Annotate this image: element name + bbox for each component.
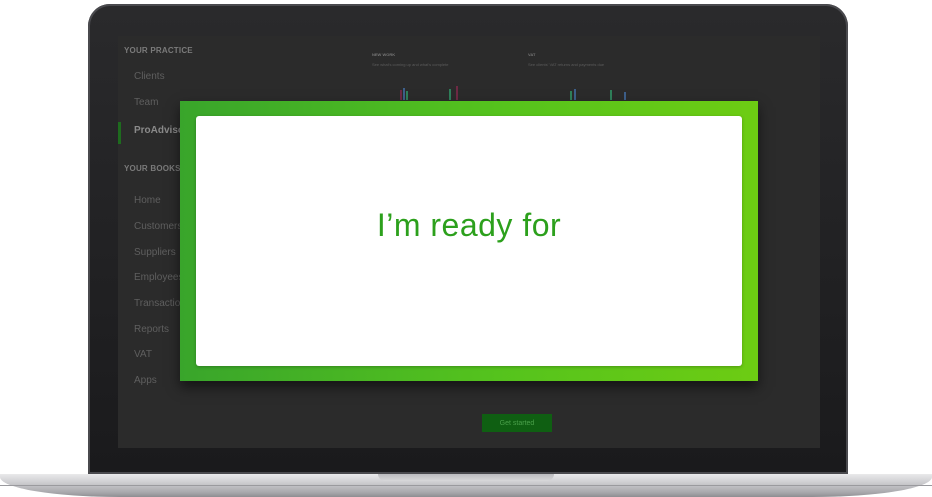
chart-bar (403, 88, 405, 100)
panel-title-vat: VAT (528, 52, 536, 57)
chart-bar (449, 89, 451, 100)
sidebar-item-apps[interactable]: Apps (134, 375, 157, 386)
promo-overlay: I’m ready for (180, 101, 758, 381)
sidebar-item-customers[interactable]: Customers (134, 221, 182, 232)
active-nav-indicator (118, 122, 121, 144)
sidebar-item-reports[interactable]: Reports (134, 324, 169, 335)
chart-bar (610, 90, 612, 100)
sidebar-item-clients[interactable]: Clients (134, 71, 165, 82)
chart-bar (574, 89, 576, 100)
chart-bar (456, 86, 458, 100)
sidebar-item-team[interactable]: Team (134, 97, 158, 108)
panel-subtitle-new-work: See what's coming up and what's complete (372, 62, 449, 67)
chart-bar (570, 91, 572, 100)
laptop-base (0, 474, 932, 497)
panel-chart-vat (570, 82, 660, 100)
sidebar-item-suppliers[interactable]: Suppliers (134, 247, 176, 258)
promo-headline: I’m ready for (376, 207, 562, 243)
get-started-button[interactable]: Get started (482, 414, 552, 432)
panel-chart-new-work (400, 82, 490, 100)
promo-card: I’m ready for (196, 116, 742, 366)
panel-title-new-work: NEW WORK (372, 52, 396, 57)
sidebar-item-home[interactable]: Home (134, 195, 161, 206)
section-title-practice: YOUR PRACTICE (124, 46, 193, 55)
section-title-books: YOUR BOOKS (124, 164, 181, 173)
sidebar-item-vat[interactable]: VAT (134, 349, 152, 360)
chart-bar (406, 91, 408, 100)
panel-subtitle-vat: See clients' VAT returns and payments du… (528, 62, 605, 67)
chart-bar (624, 92, 626, 100)
laptop-base-edge (0, 485, 932, 486)
laptop-hinge-notch (378, 474, 554, 481)
chart-bar (400, 90, 402, 100)
sidebar-item-employees[interactable]: Employees (134, 272, 183, 283)
